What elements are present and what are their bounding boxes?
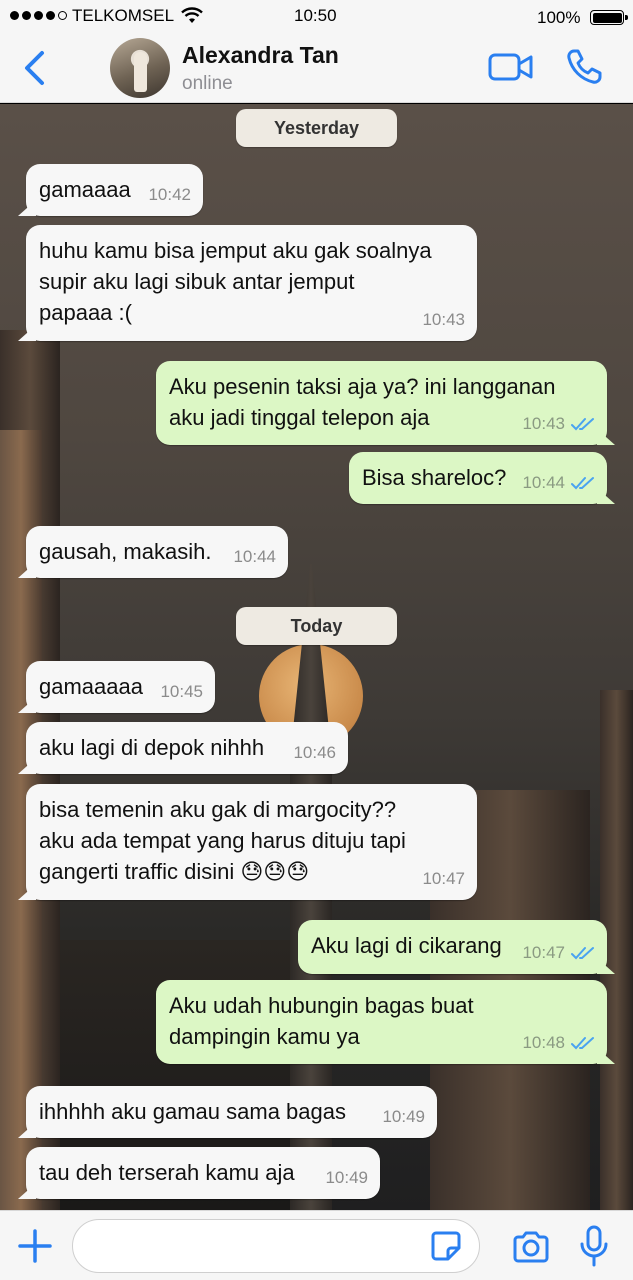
- message-time: 10:43: [522, 414, 565, 433]
- message-incoming[interactable]: gausah, makasih. 10:44: [26, 526, 288, 578]
- input-bar: [0, 1210, 633, 1280]
- clock: 10:50: [294, 6, 337, 25]
- video-call-icon[interactable]: [488, 52, 534, 87]
- date-separator: Yesterday: [236, 109, 397, 147]
- message-incoming[interactable]: tau deh terserah kamu aja 10:49: [26, 1147, 380, 1199]
- message-incoming[interactable]: gamaaaa 10:42: [26, 164, 203, 216]
- battery-icon: [590, 10, 628, 25]
- chat-area[interactable]: Yesterday gamaaaa 10:42 huhu kamu bisa j…: [0, 104, 633, 1210]
- read-receipt-icon: [571, 946, 594, 959]
- message-text: aku ada tempat yang harus dituju tapi: [39, 828, 406, 853]
- message-text: Aku pesenin taksi aja ya? ini langganan: [169, 374, 556, 399]
- message-time: 10:45: [160, 682, 203, 701]
- camera-icon[interactable]: [512, 1231, 550, 1268]
- message-incoming[interactable]: aku lagi di depok nihhh 10:46: [26, 722, 348, 774]
- avatar[interactable]: [110, 38, 170, 98]
- message-incoming[interactable]: gamaaaaa 10:45: [26, 661, 215, 713]
- message-text: aku lagi di depok nihhh: [39, 735, 265, 760]
- back-chevron-icon[interactable]: [20, 49, 50, 92]
- message-input[interactable]: [72, 1219, 480, 1273]
- status-bar: TELKOMSEL 10:50 100%: [0, 0, 633, 33]
- contact-status: online: [182, 73, 233, 94]
- message-outgoing[interactable]: Aku udah hubungin bagas buat dampingin k…: [156, 980, 607, 1064]
- microphone-icon[interactable]: [580, 1225, 608, 1272]
- plus-icon[interactable]: [16, 1227, 54, 1270]
- contact-name[interactable]: Alexandra Tan: [182, 42, 339, 69]
- message-text: tau deh terserah kamu aja: [39, 1160, 295, 1185]
- carrier-name: TELKOMSEL: [72, 6, 175, 25]
- signal-strength-icon: [10, 11, 67, 20]
- message-time: 10:44: [233, 547, 276, 566]
- message-time: 10:43: [422, 310, 465, 329]
- message-outgoing[interactable]: Bisa shareloc? 10:44: [349, 452, 607, 504]
- message-time: 10:47: [522, 943, 565, 962]
- read-receipt-icon: [571, 1036, 594, 1049]
- message-time: 10:42: [148, 185, 191, 204]
- date-separator: Today: [236, 607, 397, 645]
- message-time: 10:46: [293, 743, 336, 762]
- message-outgoing[interactable]: Aku pesenin taksi aja ya? ini langganan …: [156, 361, 607, 445]
- chat-header: Alexandra Tan online: [0, 33, 633, 103]
- message-time: 10:49: [382, 1107, 425, 1126]
- phone-icon[interactable]: [565, 48, 603, 91]
- message-incoming[interactable]: bisa temenin aku gak di margocity?? aku …: [26, 784, 477, 900]
- read-receipt-icon: [571, 476, 594, 489]
- message-text: supir aku lagi sibuk antar jemput: [39, 269, 355, 294]
- message-outgoing[interactable]: Aku lagi di cikarang 10:47: [298, 920, 607, 974]
- message-incoming[interactable]: huhu kamu bisa jemput aku gak soalnya su…: [26, 225, 477, 341]
- message-text: Aku udah hubungin bagas buat: [169, 993, 474, 1018]
- read-receipt-icon: [571, 417, 594, 430]
- message-text: gangerti traffic disini 😓😓😓: [39, 859, 310, 884]
- message-time: 10:49: [325, 1168, 368, 1187]
- battery-percentage: 100%: [537, 8, 581, 27]
- sticker-icon[interactable]: [430, 1230, 462, 1267]
- message-incoming[interactable]: ihhhhh aku gamau sama bagas 10:49: [26, 1086, 437, 1138]
- message-time: 10:44: [522, 473, 565, 492]
- message-text: ihhhhh aku gamau sama bagas: [39, 1099, 346, 1124]
- message-text: papaaa :(: [39, 300, 132, 325]
- message-text: bisa temenin aku gak di margocity??: [39, 797, 397, 822]
- wifi-icon: [181, 7, 203, 30]
- message-time: 10:48: [522, 1033, 565, 1052]
- message-time: 10:47: [422, 869, 465, 888]
- message-text: huhu kamu bisa jemput aku gak soalnya: [39, 238, 432, 263]
